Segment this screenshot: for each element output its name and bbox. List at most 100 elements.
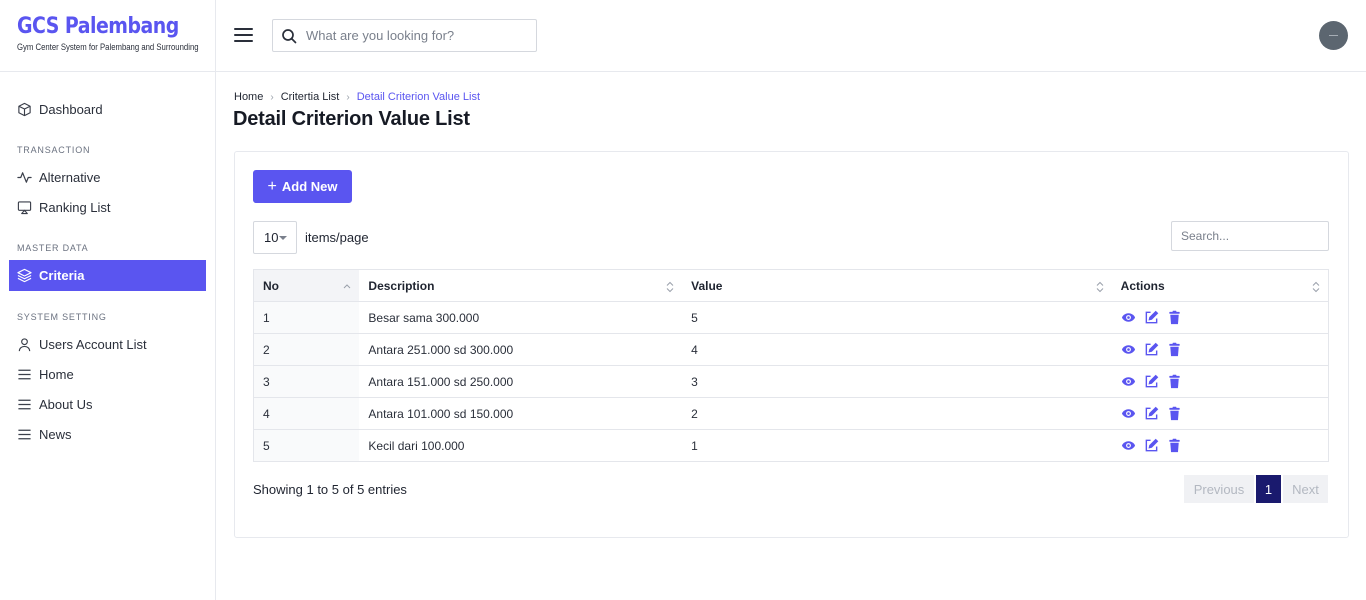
plus-icon: +	[267, 178, 277, 195]
breadcrumb: Home › Critertia List › Detail Criterion…	[234, 91, 480, 103]
edit-icon[interactable]	[1144, 342, 1159, 357]
add-new-button[interactable]: + Add New	[253, 170, 352, 203]
menu-icon	[17, 397, 32, 412]
chevron-right-icon: ›	[270, 91, 274, 103]
previous-button[interactable]: Previous	[1184, 475, 1254, 503]
delete-icon[interactable]	[1167, 310, 1182, 325]
sidebar-item-label: Alternative	[39, 169, 101, 185]
cell-actions	[1111, 365, 1329, 398]
column-header-actions[interactable]: Actions	[1111, 269, 1329, 302]
cell-description: Kecil dari 100.000	[359, 429, 683, 462]
user-icon	[17, 337, 32, 352]
sidebar-item-criteria[interactable]: Criteria	[9, 260, 206, 291]
avatar[interactable]	[1319, 21, 1348, 50]
view-icon[interactable]	[1121, 310, 1136, 325]
sidebar-item-ranking-list[interactable]: Ranking List	[0, 192, 215, 222]
delete-icon[interactable]	[1167, 438, 1182, 453]
brand: GCS Palembang Gym Center System for Pale…	[0, 0, 215, 72]
column-header-value[interactable]: Value	[682, 269, 1112, 302]
sort-icon	[1312, 281, 1320, 293]
edit-icon[interactable]	[1144, 374, 1159, 389]
edit-icon[interactable]	[1144, 406, 1159, 421]
page-1-button[interactable]: 1	[1256, 475, 1281, 503]
view-icon[interactable]	[1121, 374, 1136, 389]
column-header-no[interactable]: No	[253, 269, 360, 302]
cell-no: 2	[253, 333, 360, 366]
cell-actions	[1111, 301, 1329, 334]
sidebar-item-label: News	[39, 426, 72, 442]
delete-icon[interactable]	[1167, 342, 1182, 357]
chevron-right-icon: ›	[346, 91, 350, 103]
cell-actions	[1111, 429, 1329, 462]
global-search-input[interactable]	[306, 28, 526, 43]
edit-icon[interactable]	[1144, 310, 1159, 325]
sidebar: GCS Palembang Gym Center System for Pale…	[0, 0, 216, 600]
row-actions	[1121, 310, 1328, 325]
delete-icon[interactable]	[1167, 374, 1182, 389]
breadcrumb-current: Detail Criterion Value List	[356, 91, 481, 103]
per-page-value: 10	[264, 230, 279, 245]
section-system-setting: SYSTEM SETTING	[17, 312, 107, 322]
breadcrumb-home[interactable]: Home	[234, 91, 263, 103]
cube-icon	[17, 102, 32, 117]
cell-description: Antara 151.000 sd 250.000	[359, 365, 683, 398]
edit-icon[interactable]	[1144, 438, 1159, 453]
column-header-label: Description	[368, 278, 435, 293]
cell-description: Besar sama 300.000	[359, 301, 683, 334]
sidebar-item-about-us[interactable]: About Us	[0, 389, 215, 419]
brand-title[interactable]: GCS Palembang	[17, 14, 187, 40]
table-row: 2 Antara 251.000 sd 300.000 4	[253, 333, 1329, 366]
per-page-select[interactable]: 10	[253, 221, 297, 254]
table-header-row: No Description Value Actions	[253, 269, 1329, 302]
delete-icon[interactable]	[1167, 406, 1182, 421]
sidebar-item-label: Ranking List	[39, 199, 111, 215]
cell-no: 1	[253, 301, 360, 334]
cell-no: 5	[253, 429, 360, 462]
add-new-label: Add New	[281, 179, 338, 194]
page-title: Detail Criterion Value List	[233, 108, 470, 130]
sidebar-item-news[interactable]: News	[0, 419, 215, 449]
view-icon[interactable]	[1121, 342, 1136, 357]
column-header-description[interactable]: Description	[359, 269, 683, 302]
cell-value: 5	[682, 301, 1112, 334]
cell-value: 2	[682, 397, 1112, 430]
cell-actions	[1111, 397, 1329, 430]
sidebar-nav: Dashboard TRANSACTION Alternative Rankin…	[0, 72, 215, 449]
cell-no: 3	[253, 365, 360, 398]
table-search-input[interactable]	[1171, 221, 1329, 251]
section-transaction: TRANSACTION	[17, 145, 91, 155]
data-table: No Description Value Actions 1 Besar sam…	[253, 269, 1329, 462]
cell-description: Antara 251.000 sd 300.000	[359, 333, 683, 366]
monitor-icon	[17, 200, 32, 215]
next-button[interactable]: Next	[1283, 475, 1328, 503]
cell-value: 1	[682, 429, 1112, 462]
topbar	[216, 0, 1366, 72]
search-icon	[281, 28, 297, 44]
cell-description: Antara 101.000 sd 150.000	[359, 397, 683, 430]
sort-icon	[1096, 281, 1104, 293]
view-icon[interactable]	[1121, 438, 1136, 453]
cell-no: 4	[253, 397, 360, 430]
global-search	[272, 19, 537, 52]
breadcrumb-criteria-list[interactable]: Critertia List	[281, 91, 340, 103]
table-row: 5 Kecil dari 100.000 1	[253, 429, 1329, 462]
cell-value: 4	[682, 333, 1112, 366]
hamburger-menu-icon[interactable]	[234, 26, 254, 42]
sidebar-item-label: Dashboard	[39, 101, 103, 117]
section-master-data: MASTER DATA	[17, 243, 89, 253]
sidebar-item-alternative[interactable]: Alternative	[0, 162, 215, 192]
brand-subtitle: Gym Center System for Palembang and Surr…	[17, 42, 199, 52]
sidebar-item-users-account-list[interactable]: Users Account List	[0, 329, 215, 359]
per-page-label: items/page	[305, 230, 369, 245]
table-body: 1 Besar sama 300.000 5 2 Antara 251.000 sd 3…	[253, 301, 1329, 462]
view-icon[interactable]	[1121, 406, 1136, 421]
cell-actions	[1111, 333, 1329, 366]
sidebar-item-label: Users Account List	[39, 336, 147, 352]
sidebar-item-dashboard[interactable]: Dashboard	[0, 94, 215, 124]
column-header-label: Actions	[1120, 278, 1165, 293]
table-row: 1 Besar sama 300.000 5	[253, 301, 1329, 334]
sidebar-item-home[interactable]: Home	[0, 359, 215, 389]
activity-icon	[17, 170, 32, 185]
sidebar-item-label: Criteria	[39, 268, 85, 283]
row-actions	[1121, 438, 1328, 453]
